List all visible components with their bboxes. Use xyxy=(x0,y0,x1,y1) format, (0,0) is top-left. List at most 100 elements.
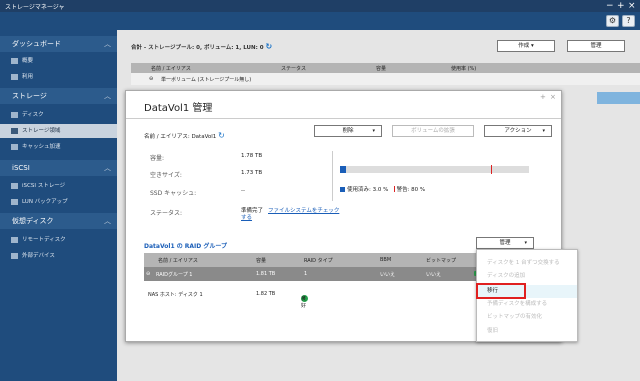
expand-icon[interactable]: ⊖ xyxy=(149,76,153,82)
backup-icon xyxy=(11,199,18,205)
column-header: ステータス xyxy=(281,66,307,72)
sidebar-item-external-device[interactable]: 外部デバイス xyxy=(0,249,117,263)
column-header: ビットマップ xyxy=(426,258,457,264)
check-filesystem-link[interactable]: ファイルシステムをチェック xyxy=(268,206,339,214)
dialog-close-icon[interactable]: × xyxy=(550,93,556,101)
status-label: ステータス: xyxy=(150,210,183,217)
free-size-label: 空きサイズ: xyxy=(150,172,182,179)
ssd-cache-value: -- xyxy=(241,188,245,194)
column-header: BBM xyxy=(380,257,392,263)
chart-icon xyxy=(11,74,18,80)
column-header: 名前 / エイリアス xyxy=(151,66,191,72)
sidebar-section-storage[interactable]: ストレージ ︿ xyxy=(0,88,117,104)
maximize-icon[interactable]: + xyxy=(617,0,625,12)
capacity-label: 容量: xyxy=(150,155,165,162)
usage-legend: 使用済み: 3.0 % 警告: 80 % xyxy=(340,185,425,193)
raid-group-bitmap: いいえ xyxy=(426,272,442,278)
sidebar-item-label: ディスク xyxy=(22,112,44,118)
dialog-maximize-icon[interactable]: + xyxy=(540,93,546,101)
chevron-up-icon: ︿ xyxy=(104,164,111,172)
column-header: RAID タイプ xyxy=(304,258,333,264)
gear-icon[interactable]: ⚙ xyxy=(606,15,619,27)
volume-name-line: 名前 / エイリアス: DataVol1 ↻ xyxy=(144,131,225,140)
sidebar: ダッシュボード ︿ 概要 利用 ストレージ ︿ ディスク ストレージ領域 キャッ… xyxy=(0,30,117,381)
menu-item-enable-bitmap[interactable]: ビットマップの有効化 xyxy=(477,311,577,324)
sidebar-item-storage-space[interactable]: ストレージ領域 xyxy=(0,124,117,138)
minimize-icon[interactable]: − xyxy=(606,0,614,12)
disk-name: NAS ホスト: ディスク 1 xyxy=(148,292,203,298)
usage-bar-fill xyxy=(340,166,346,173)
action-button[interactable]: アクション ▾ xyxy=(484,125,552,137)
sidebar-item-disks[interactable]: ディスク xyxy=(0,108,117,122)
raid-group-bbm: いいえ xyxy=(380,272,396,278)
usage-bar xyxy=(340,165,529,174)
expand-volume-button[interactable]: ボリュームの拡張 xyxy=(392,125,474,137)
sidebar-item-label: LUN バックアップ xyxy=(22,199,68,205)
dialog-title: DataVol1 管理 xyxy=(144,103,213,114)
sidebar-item-label: 外部デバイス xyxy=(22,253,55,259)
raid-group-name: RAIDグループ 1 xyxy=(156,272,193,278)
sidebar-item-cache[interactable]: キャッシュ加速 xyxy=(0,140,117,154)
delete-button-label: 削除 xyxy=(342,128,354,134)
warning-percent-label: 警告: 80 % xyxy=(396,187,426,193)
window-titlebar: ストレージマネージャ − + × xyxy=(0,0,640,12)
manage-button[interactable]: 管理 xyxy=(567,40,625,52)
warning-threshold-marker xyxy=(491,165,493,174)
delete-button[interactable]: 削除 ▾ xyxy=(314,125,382,137)
summary-text: 合計 - ストレージプール: 0, ボリューム: 1, LUN: 0 xyxy=(131,45,264,51)
sidebar-item-usage[interactable]: 利用 xyxy=(0,70,117,84)
sidebar-item-label: ストレージ領域 xyxy=(22,128,61,134)
sidebar-section-iscsi[interactable]: iSCSI ︿ xyxy=(0,160,117,176)
menu-item-configure-spare[interactable]: 予備ディスクを構成する xyxy=(477,298,577,311)
close-icon[interactable]: × xyxy=(628,0,636,12)
sidebar-item-lun-backup[interactable]: LUN バックアップ xyxy=(0,195,117,209)
sidebar-item-remote-disk[interactable]: リモートディスク xyxy=(0,233,117,247)
free-size-value: 1.73 TB xyxy=(241,170,263,176)
migrate-highlight-box xyxy=(476,283,526,299)
used-legend-swatch xyxy=(340,186,345,192)
menu-item-replace-disks[interactable]: ディスクを 1 台ずつ交換する xyxy=(477,257,577,270)
sidebar-item-label: リモートディスク xyxy=(22,237,66,243)
chevron-up-icon: ︿ xyxy=(104,40,111,48)
raid-manage-label: 管理 xyxy=(499,240,511,246)
top-toolbar: ⚙ ? xyxy=(0,12,640,30)
sidebar-item-label: 概要 xyxy=(22,58,34,64)
divider xyxy=(126,118,561,119)
sidebar-section-virtual-disk[interactable]: 仮想ディスク ︿ xyxy=(0,213,117,229)
column-header: 使用率 (%) xyxy=(451,66,477,72)
sidebar-section-label: ダッシュボード xyxy=(12,40,61,48)
refresh-icon[interactable]: ↻ xyxy=(218,131,225,140)
caret-down-icon: ▾ xyxy=(542,128,545,134)
table-row[interactable]: NAS ホスト: ディスク 1 1.82 TB ✓ 良好 xyxy=(144,287,484,309)
collapse-icon[interactable]: ⊖ xyxy=(146,271,150,277)
action-button-label: アクション xyxy=(504,128,532,134)
help-icon[interactable]: ? xyxy=(622,15,635,27)
selected-row-fragment[interactable] xyxy=(597,92,640,104)
create-button-label: 作成 xyxy=(518,43,530,49)
table-row[interactable]: ⊖ RAIDグループ 1 1.81 TB 1 いいえ いいえ xyxy=(144,267,484,281)
caret-down-icon: ▾ xyxy=(372,128,375,134)
volume-name: 名前 / エイリアス: DataVol1 xyxy=(144,134,217,140)
create-button[interactable]: 作成 ▾ xyxy=(497,40,555,52)
sidebar-section-label: ストレージ xyxy=(12,92,47,100)
refresh-icon[interactable]: ↻ xyxy=(265,42,272,51)
window-title: ストレージマネージャ xyxy=(5,4,65,11)
raid-group-type: 1 xyxy=(304,271,308,277)
sidebar-section-label: 仮想ディスク xyxy=(12,217,54,225)
raid-group-title: DataVol1 の RAID グループ xyxy=(144,243,227,250)
column-header: 名前 / エイリアス xyxy=(158,258,198,264)
sidebar-item-iscsi-storage[interactable]: iSCSI ストレージ xyxy=(0,179,117,193)
sidebar-item-overview[interactable]: 概要 xyxy=(0,54,117,68)
warning-legend-swatch xyxy=(393,186,395,192)
check-filesystem-link-suffix[interactable]: する xyxy=(241,213,252,221)
disk-status-label: 良好 xyxy=(301,296,307,309)
sidebar-item-label: iSCSI ストレージ xyxy=(22,183,66,189)
sidebar-section-dashboard[interactable]: ダッシュボード ︿ xyxy=(0,36,117,52)
menu-item-recover[interactable]: 復旧 xyxy=(477,325,577,338)
iscsi-icon xyxy=(11,183,18,189)
raid-group-capacity: 1.81 TB xyxy=(256,271,276,277)
sidebar-section-label: iSCSI xyxy=(12,164,30,172)
menu-item-add-disk[interactable]: ディスクの追加 xyxy=(477,270,577,283)
raid-manage-button[interactable]: 管理 ▾ xyxy=(476,237,534,249)
table-row[interactable]: ⊖ 単一ボリューム (ストレージプール無し) xyxy=(131,73,640,85)
